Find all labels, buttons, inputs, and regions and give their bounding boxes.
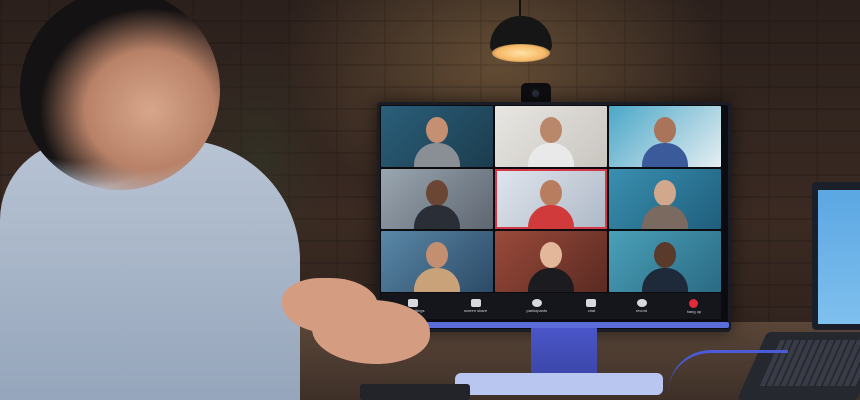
toolbar-label: screen share (463, 308, 488, 313)
participant-shoulders (414, 268, 460, 292)
participant-tile[interactable] (381, 168, 493, 230)
toolbar-label: hang up (686, 308, 702, 314)
chat-icon (586, 299, 597, 307)
toolbar-label: chat (587, 308, 596, 313)
laptop-display (818, 190, 860, 324)
monitor-stand-base (455, 373, 663, 395)
toolbar-label: participants (526, 308, 548, 313)
participant-tile[interactable] (609, 106, 721, 167)
participant-face (540, 179, 562, 206)
webcam-lens (530, 88, 541, 99)
participant-face (426, 179, 448, 206)
hang-up-button[interactable]: hang up (686, 298, 702, 314)
participant-tile[interactable] (381, 231, 493, 292)
participant-face (426, 242, 448, 269)
participants-button[interactable]: participants (527, 299, 547, 313)
active-speaker-tile[interactable] (495, 168, 607, 230)
participant-tile[interactable] (495, 106, 607, 167)
usb-cable (668, 350, 788, 393)
participant-face (654, 179, 676, 206)
hang-up-icon (689, 298, 699, 308)
participant-shoulders (414, 205, 460, 230)
screen-share-button[interactable]: screen share (464, 299, 487, 313)
participant-tile[interactable] (609, 168, 721, 230)
participant-face (426, 116, 448, 143)
participants-icon (531, 299, 542, 307)
office-scene: mute settings screen share participants … (0, 0, 860, 400)
toolbar-label: record (635, 308, 648, 313)
participant-tile[interactable] (495, 231, 607, 292)
participant-tile[interactable] (609, 231, 721, 292)
participant-face (654, 242, 676, 269)
video-call-grid (381, 106, 721, 292)
participant-shoulders (528, 268, 574, 292)
participant-shoulders (642, 142, 688, 167)
monitor-accent-edge (377, 322, 729, 328)
lamp-glow (492, 44, 550, 62)
chat-button[interactable]: chat (586, 299, 597, 313)
microphone-icon (407, 299, 418, 307)
record-button[interactable]: record (636, 299, 647, 313)
screen-share-icon (470, 299, 481, 307)
participant-shoulders (642, 205, 688, 230)
participant-face (654, 116, 676, 143)
participant-shoulders (528, 205, 574, 230)
participant-face (540, 242, 562, 269)
record-icon (636, 299, 647, 307)
participant-face (540, 116, 562, 143)
participant-shoulders (642, 268, 688, 292)
participant-tile[interactable] (381, 106, 493, 167)
participant-shoulders (414, 142, 460, 167)
participant-shoulders (528, 142, 574, 167)
desk-keyboard (360, 384, 470, 400)
call-toolbar: mute settings screen share participants … (381, 293, 721, 319)
